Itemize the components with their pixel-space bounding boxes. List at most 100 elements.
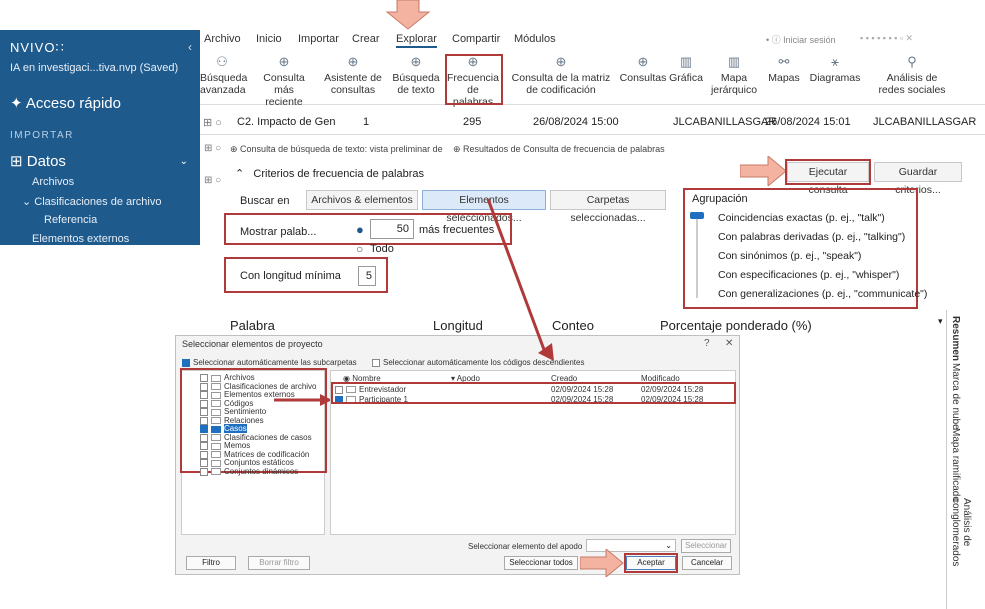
- tab-summary[interactable]: Resumen: [950, 316, 961, 361]
- grouping-stemmed[interactable]: Con palabras derivadas (p. ej., "talking…: [718, 231, 905, 243]
- highlight-box: [785, 159, 871, 185]
- map-icon: ⚯: [778, 54, 790, 69]
- grouping-slider-track[interactable]: [696, 214, 698, 298]
- recent-query-button[interactable]: ⊕ Consulta más reciente: [254, 54, 314, 108]
- magnifier-icon: ⊕: [410, 54, 422, 69]
- grouping-generalizations[interactable]: Con generalizaciones (p. ej., "communica…: [718, 288, 927, 300]
- ribbon: ⚇ Búsqueda avanzada ⊕ Consulta más reciente …: [200, 50, 985, 108]
- cancel-button[interactable]: Cancelar: [682, 556, 732, 570]
- sign-in-link[interactable]: • ⓘ Iniciar sesión: [766, 33, 836, 46]
- app-logo: NVIVO∷: [10, 40, 65, 55]
- tab-cluster-analysis[interactable]: Análisis de conglomerados: [950, 498, 972, 609]
- tree-item[interactable]: Clasificaciones de casos: [200, 433, 317, 443]
- chevron-down-icon: ⌄: [665, 541, 672, 550]
- sidebar: NVIVO∷ ‹ IA en investigaci...tiva.nvp (S…: [0, 30, 200, 245]
- collapse-icon[interactable]: ‹: [188, 40, 192, 54]
- highlight-box: [331, 382, 736, 404]
- grid-icon: ⊞: [10, 153, 23, 170]
- sidebar-item-elementos-externos[interactable]: Elementos externos: [32, 233, 129, 245]
- min-length-label: Con longitud mínima: [240, 270, 341, 282]
- expand-icon[interactable]: ⊞ ○: [204, 175, 221, 186]
- window-controls[interactable]: ▪ ▪ ▪ ▪ ▪ ▪ ▪ ▫ ✕: [860, 33, 913, 44]
- top-n-input[interactable]: 50: [370, 219, 414, 239]
- panel-tabbar: ⊞ ○ ⊕ Consulta de búsqueda de texto: vis…: [200, 134, 985, 158]
- tab-archivo[interactable]: Archivo: [204, 33, 241, 45]
- dialog-title: Seleccionar elementos de proyecto: [182, 339, 323, 349]
- quick-access[interactable]: ✦ Acceso rápido: [10, 94, 121, 112]
- magnifier-icon: ⊕: [555, 54, 567, 69]
- annotation-arrow-accept: [580, 549, 624, 577]
- sidebar-item-referencia[interactable]: Referencia: [44, 214, 97, 226]
- tree-item[interactable]: Conjuntos dinámicos: [200, 467, 317, 477]
- select-apodo-button[interactable]: Seleccionar: [681, 539, 731, 553]
- expand-icon[interactable]: ⊞ ○: [203, 116, 222, 129]
- select-all-button[interactable]: Seleccionar todos: [504, 556, 578, 570]
- grouping-slider-handle[interactable]: [690, 212, 704, 219]
- chart-icon: ▥: [679, 54, 693, 69]
- files-and-elements-button[interactable]: Archivos & elementos: [306, 190, 418, 210]
- chevron-down-icon: ⌄: [22, 196, 32, 208]
- tab-inicio[interactable]: Inicio: [256, 33, 282, 45]
- radio-top-n[interactable]: ●: [356, 222, 364, 237]
- min-length-input[interactable]: 5: [358, 266, 376, 286]
- text-search-button[interactable]: ⊕ Búsqueda de texto: [392, 54, 440, 96]
- col-weighted-percent[interactable]: Porcentaje ponderado (%): [660, 318, 812, 333]
- tab-text-search-preview[interactable]: ⊕ Consulta de búsqueda de texto: vista p…: [230, 144, 443, 155]
- highlight-box: [624, 553, 678, 573]
- tab-word-frequency-results[interactable]: ⊕ Resultados de Consulta de frecuencia d…: [453, 144, 665, 155]
- tab-explorar[interactable]: Explorar: [396, 33, 437, 48]
- section-import: IMPORTAR: [10, 130, 74, 141]
- chevron-down-icon[interactable]: ⌄: [180, 156, 188, 167]
- expand-icon[interactable]: ⊞ ○: [204, 143, 221, 154]
- tab-tree-map[interactable]: Mapa ramificado: [950, 428, 961, 502]
- highlight-box: [445, 54, 503, 105]
- radio-all[interactable]: ○: [356, 242, 363, 256]
- col-length[interactable]: Longitud: [433, 318, 483, 333]
- tab-modulos[interactable]: Módulos: [514, 33, 556, 45]
- social-network-button[interactable]: ⚲ Análisis de redes sociales: [872, 54, 952, 96]
- dropdown-icon[interactable]: ▾: [938, 316, 943, 327]
- hierarchy-map-button[interactable]: ▥ Mapa jerárquico: [708, 55, 760, 96]
- grouping-exact[interactable]: Coincidencias exactas (p. ej., "talk"): [718, 212, 885, 224]
- filter-button[interactable]: Filtro: [186, 556, 236, 570]
- col-word[interactable]: Palabra: [230, 318, 275, 333]
- close-icon[interactable]: ✕: [725, 338, 733, 349]
- network-icon: ⚲: [907, 54, 917, 69]
- annotation-arrow-right: [740, 156, 787, 186]
- search-in-label: Buscar en: [240, 195, 290, 207]
- show-words-label: Mostrar palab...: [240, 226, 317, 238]
- annotation-arrow-top: [385, 0, 431, 30]
- grouping-specializations[interactable]: Con especificaciones (p. ej., "whisper"): [718, 269, 899, 281]
- selected-folders-button[interactable]: Carpetas seleccionadas...: [550, 190, 666, 224]
- tab-word-cloud[interactable]: Marca de nube: [950, 363, 961, 430]
- grouping-synonyms[interactable]: Con sinónimos (p. ej., "speak"): [718, 250, 861, 262]
- magnifier-icon: ⊕: [278, 54, 290, 69]
- diagrams-button[interactable]: ⚹ Diagramas: [806, 54, 864, 84]
- tree-items: Archivos Clasificaciones de archivo Elem…: [200, 373, 317, 477]
- pin-icon: ✦: [10, 95, 23, 112]
- sidebar-item-clasificaciones[interactable]: ⌄ Clasificaciones de archivo: [22, 195, 161, 208]
- tab-importar[interactable]: Importar: [298, 33, 339, 45]
- annotation-arrow-small: [274, 394, 332, 406]
- maps-button[interactable]: ⚯ Mapas: [766, 54, 802, 84]
- advanced-search-button[interactable]: ⚇ Búsqueda avanzada: [200, 55, 247, 96]
- chart-button[interactable]: ▥ Gráfica: [666, 54, 706, 84]
- select-apodo-label: Seleccionar elemento del apodo: [468, 542, 583, 551]
- auto-subfolders-checkbox[interactable]: Seleccionar automáticamente las subcarpe…: [182, 358, 357, 367]
- diagram-icon: ⚹: [831, 54, 839, 69]
- save-criteria-button[interactable]: Guardar criterios...: [874, 162, 962, 196]
- clear-filter-button[interactable]: Borrar filtro: [248, 556, 310, 570]
- tab-compartir[interactable]: Compartir: [452, 33, 500, 45]
- magnifier-icon: ⊕: [347, 54, 359, 69]
- coding-matrix-button[interactable]: ⊕ Consulta de la matriz de codificación: [506, 54, 616, 96]
- tab-crear[interactable]: Crear: [352, 33, 380, 45]
- help-icon[interactable]: ?: [704, 338, 710, 349]
- query-wizard-button[interactable]: ⊕ Asistente de consultas: [322, 54, 384, 96]
- select-project-items-dialog: Seleccionar elementos de proyecto ? ✕ Se…: [175, 335, 740, 577]
- sidebar-item-archivos[interactable]: Archivos: [32, 176, 74, 188]
- magnifier-icon: ⊕: [637, 54, 649, 69]
- criteria-title[interactable]: ⌃ Criterios de frecuencia de palabras: [235, 167, 424, 180]
- sidebar-datos[interactable]: ⊞ Datos: [10, 152, 66, 170]
- queries-button[interactable]: ⊕ Consultas: [618, 54, 668, 84]
- tree-item[interactable]: Relaciones: [200, 416, 317, 426]
